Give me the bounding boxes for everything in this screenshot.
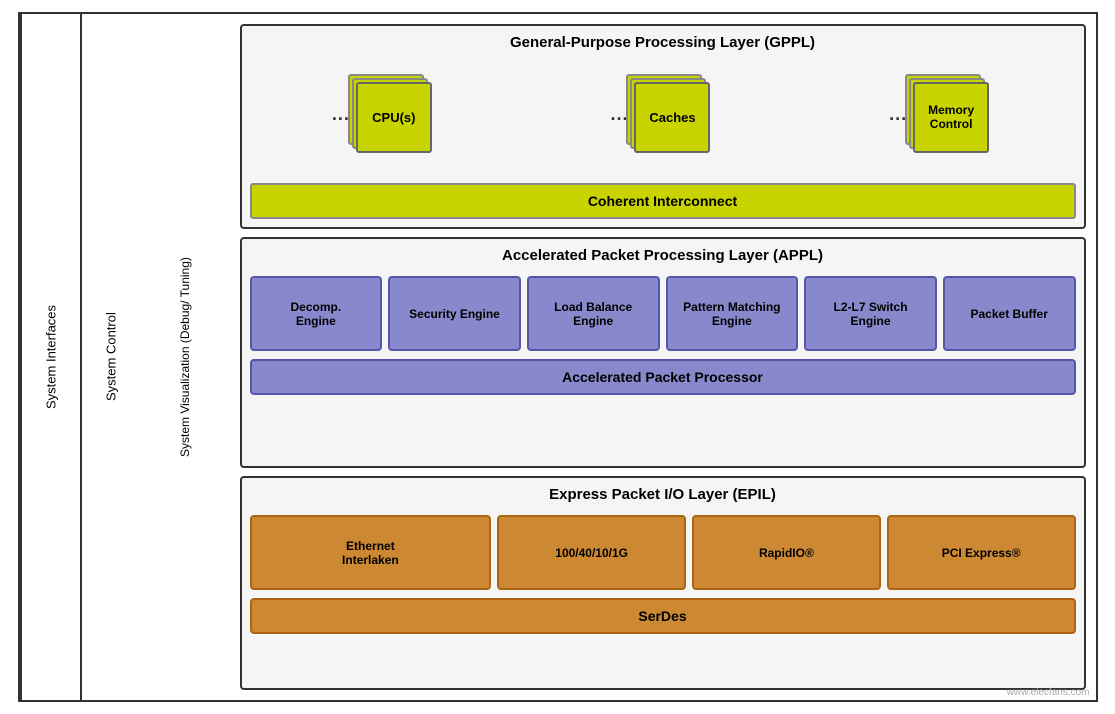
100g-box: 100/40/10/1G [497,515,686,590]
system-control-label: System Control [103,313,118,402]
100g-label: 100/40/10/1G [555,546,628,560]
system-interfaces-panel: System Interfaces [20,14,80,700]
security-label: Security Engine [409,307,500,321]
gppl-title: General-Purpose Processing Layer (GPPL) [250,34,1076,51]
pci-express-box: PCI Express® [887,515,1076,590]
coherent-interconnect: Coherent Interconnect [250,183,1076,219]
rapidio-label: RapidIO® [759,546,814,560]
cpu-card-front: CPU(s) [356,82,432,153]
cpu-label: CPU(s) [372,110,415,125]
rapidio-box: RapidIO® [692,515,881,590]
system-visualization-label: System Visualization (Debug/ Tuning) [178,257,192,457]
packet-buffer-label: Packet Buffer [971,307,1048,321]
appl-engines: Decomp.Engine Security Engine Load Balan… [250,276,1076,351]
memory-label: MemoryControl [928,103,974,131]
caches-label: Caches [649,110,695,125]
pci-label: PCI Express® [942,546,1021,560]
packet-buffer: Packet Buffer [943,276,1076,351]
epil-title: Express Packet I/O Layer (EPIL) [250,486,1076,503]
epil-components: EthernetInterlaken 100/40/10/1G RapidIO®… [250,515,1076,590]
pattern-matching-label: Pattern Matching Engine [674,300,791,328]
caches-group: ··· Caches [610,82,714,157]
accelerated-packet-processor: Accelerated Packet Processor [250,359,1076,395]
l2l7-switch-engine: L2-L7 Switch Engine [804,276,937,351]
system-interfaces-label: System Interfaces [43,305,58,409]
cpu-card-stack: CPU(s) [356,82,436,157]
l2l7-label: L2-L7 Switch Engine [812,300,929,328]
system-control-panel: System Control [80,14,140,700]
memory-card-stack: MemoryControl [913,82,993,157]
decomp-label: Decomp.Engine [290,300,341,328]
cpu-group: ··· CPU(s) [332,82,436,157]
watermark: www.elecfans.com [1007,687,1090,698]
left-panels: System Interfaces System Control System … [20,14,230,700]
load-balance-engine: Load Balance Engine [527,276,660,351]
caches-card-front: Caches [634,82,710,153]
memory-group: ··· MemoryControl [889,82,993,157]
caches-card-stack: Caches [634,82,714,157]
system-visualization-panel: System Visualization (Debug/ Tuning) [140,14,230,700]
main-content: General-Purpose Processing Layer (GPPL) … [230,14,1096,700]
security-engine: Security Engine [388,276,521,351]
diagram-container: System Interfaces System Control System … [18,12,1098,702]
gppl-layer: General-Purpose Processing Layer (GPPL) … [240,24,1086,229]
ethernet-interlaken: EthernetInterlaken [250,515,492,590]
memory-card-front: MemoryControl [913,82,989,153]
decomp-engine: Decomp.Engine [250,276,383,351]
ethernet-label: EthernetInterlaken [342,539,399,567]
epil-layer: Express Packet I/O Layer (EPIL) Ethernet… [240,476,1086,690]
load-balance-label: Load Balance Engine [535,300,652,328]
appl-title: Accelerated Packet Processing Layer (APP… [250,247,1076,264]
gppl-components: ··· CPU(s) ··· [250,63,1076,175]
pattern-matching-engine: Pattern Matching Engine [666,276,799,351]
appl-layer: Accelerated Packet Processing Layer (APP… [240,237,1086,468]
serdes-box: SerDes [250,598,1076,634]
